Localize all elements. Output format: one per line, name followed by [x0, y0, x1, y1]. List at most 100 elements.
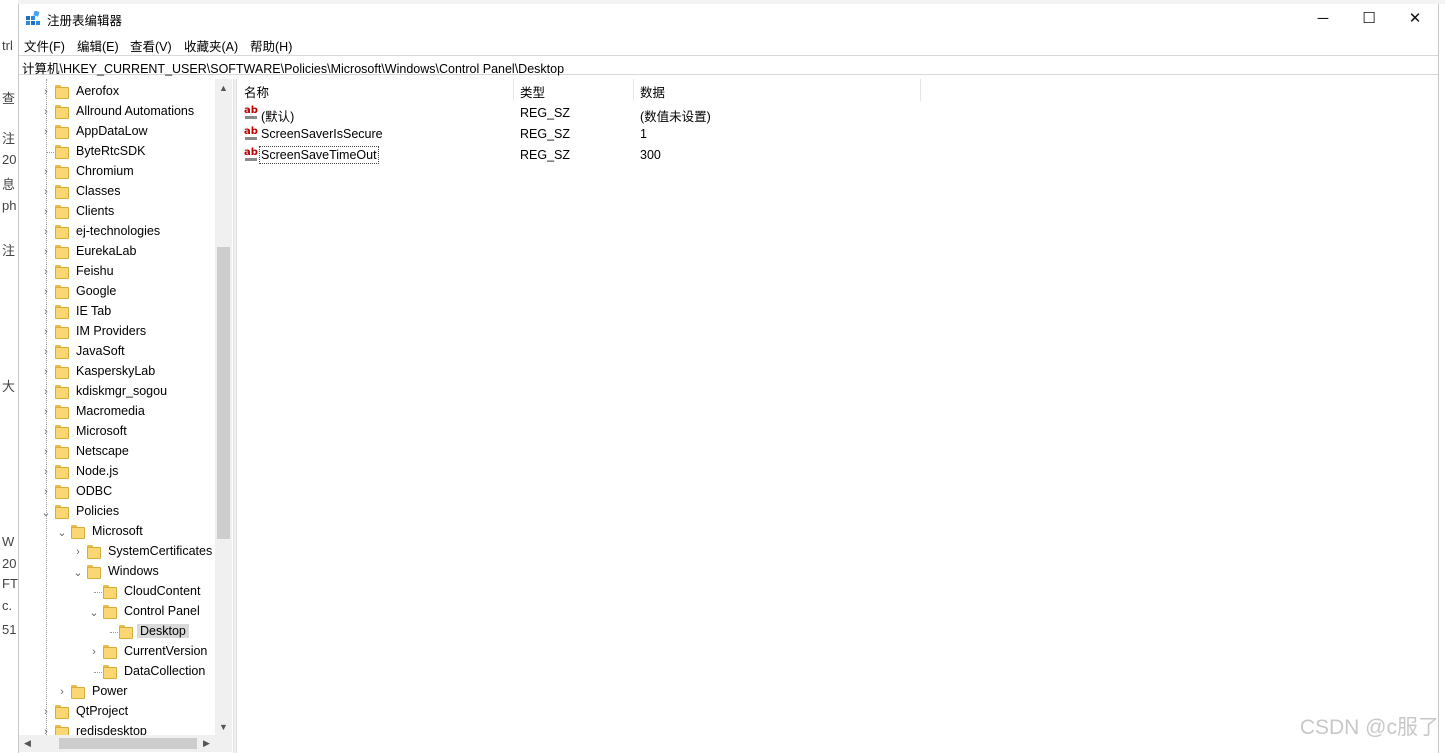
tree-node[interactable]: › Feishu	[19, 262, 215, 282]
tree-node-label[interactable]: SystemCertificates	[108, 544, 212, 558]
tree-node[interactable]: › ej-technologies	[19, 222, 215, 242]
scroll-left-icon[interactable]: ◀	[19, 735, 36, 752]
tree-node[interactable]: › IE Tab	[19, 302, 215, 322]
scroll-down-icon[interactable]: ▼	[215, 718, 232, 735]
tree-node-label[interactable]: Feishu	[76, 264, 114, 278]
scroll-thumb-horizontal[interactable]	[59, 738, 197, 749]
menu-favorites[interactable]: 收藏夹(A)	[184, 36, 238, 55]
tree-node[interactable]: › Macromedia	[19, 402, 215, 422]
value-row[interactable]: ab (默认) REG_SZ (数值未设置)	[238, 103, 1138, 124]
tree-node[interactable]: › KasperskyLab	[19, 362, 215, 382]
tree-node-label[interactable]: DataCollection	[124, 664, 205, 678]
tree-node[interactable]: ⌄ Microsoft	[19, 522, 215, 542]
menu-view[interactable]: 查看(V)	[130, 36, 172, 55]
tree-node[interactable]: ⌄ Control Panel	[19, 602, 215, 622]
scroll-right-icon[interactable]: ▶	[198, 735, 215, 752]
scroll-thumb[interactable]	[217, 247, 230, 539]
tree-node[interactable]: › Microsoft	[19, 422, 215, 442]
tree-node[interactable]: DataCollection	[19, 662, 215, 682]
tree-node[interactable]: › Node.js	[19, 462, 215, 482]
column-header-data[interactable]: 数据	[634, 79, 921, 101]
collapse-chevron-icon[interactable]: ⌄	[73, 562, 83, 582]
tree-node[interactable]: › IM Providers	[19, 322, 215, 342]
tree-node-label[interactable]: Macromedia	[76, 404, 145, 418]
tree-node-label[interactable]: JavaSoft	[76, 344, 125, 358]
tree-node[interactable]: › JavaSoft	[19, 342, 215, 362]
menu-edit[interactable]: 编辑(E)	[77, 36, 119, 55]
address-bar[interactable]: 计算机\HKEY_CURRENT_USER\SOFTWARE\Policies\…	[19, 55, 1438, 77]
tree-node-label[interactable]: IE Tab	[76, 304, 111, 318]
tree-node-label[interactable]: ej-technologies	[76, 224, 160, 238]
tree-node-label[interactable]: ODBC	[76, 484, 112, 498]
tree-node[interactable]: › AppDataLow	[19, 122, 215, 142]
menu-help[interactable]: 帮助(H)	[250, 36, 292, 55]
tree-node-label[interactable]: EurekaLab	[76, 244, 136, 258]
tree-node-label[interactable]: Chromium	[76, 164, 134, 178]
tree-node-label[interactable]: Microsoft	[76, 424, 127, 438]
tree-node-label[interactable]: Windows	[108, 564, 159, 578]
tree-node-label[interactable]: Netscape	[76, 444, 129, 458]
title-bar[interactable]: 注册表编辑器 ─ ☐ ✕	[19, 4, 1438, 32]
tree-node[interactable]: › Power	[19, 682, 215, 702]
tree-node-label[interactable]: Clients	[76, 204, 114, 218]
minimize-button[interactable]: ─	[1300, 4, 1346, 32]
tree-node[interactable]: › Classes	[19, 182, 215, 202]
tree-node-label[interactable]: Microsoft	[92, 524, 143, 538]
tree-node-label[interactable]: Policies	[76, 504, 119, 518]
tree-node-label[interactable]: QtProject	[76, 704, 128, 718]
tree-node-label[interactable]: IM Providers	[76, 324, 146, 338]
collapse-chevron-icon[interactable]: ⌄	[89, 602, 99, 622]
column-header-type[interactable]: 类型	[514, 79, 634, 101]
tree-node[interactable]: ByteRtcSDK	[19, 142, 215, 162]
tree-node[interactable]: › kdiskmgr_sogou	[19, 382, 215, 402]
tree-node-label[interactable]: redisdesktop	[76, 724, 147, 735]
tree-node[interactable]: › ODBC	[19, 482, 215, 502]
tree-node[interactable]: › SystemCertificates	[19, 542, 215, 562]
tree-node-label[interactable]: Node.js	[76, 464, 118, 478]
tree-node-label[interactable]: Desktop	[137, 624, 189, 638]
tree-node-label[interactable]: AppDataLow	[76, 124, 148, 138]
pane-splitter[interactable]	[233, 79, 237, 753]
tree-node[interactable]: › Chromium	[19, 162, 215, 182]
expand-chevron-icon[interactable]: ›	[73, 542, 83, 562]
tree-node-label[interactable]: ByteRtcSDK	[76, 144, 145, 158]
scroll-up-icon[interactable]: ▲	[215, 79, 232, 96]
tree-node[interactable]: ⌄ Policies	[19, 502, 215, 522]
tree-node[interactable]: › Google	[19, 282, 215, 302]
tree-node-label[interactable]: CloudContent	[124, 584, 200, 598]
column-header-name[interactable]: 名称	[238, 79, 514, 101]
tree-node-label[interactable]: Control Panel	[124, 604, 200, 618]
collapse-chevron-icon[interactable]: ⌄	[57, 522, 67, 542]
expand-chevron-icon[interactable]: ›	[57, 682, 67, 702]
tree-node[interactable]: › redisdesktop	[19, 722, 215, 735]
menu-file[interactable]: 文件(F)	[24, 36, 65, 55]
tree-node-label[interactable]: Google	[76, 284, 116, 298]
tree-node-label[interactable]: Allround Automations	[76, 104, 194, 118]
tree-node-label[interactable]: Power	[92, 684, 127, 698]
tree-node-label[interactable]: CurrentVersion	[124, 644, 207, 658]
expand-chevron-icon[interactable]: ›	[89, 642, 99, 662]
value-name[interactable]: (默认)	[261, 106, 294, 125]
tree-node[interactable]: › EurekaLab	[19, 242, 215, 262]
tree-vertical-scrollbar[interactable]: ▲ ▼	[215, 79, 232, 735]
value-row[interactable]: ab ScreenSaveTimeOut REG_SZ 300	[238, 145, 1138, 166]
tree-node[interactable]: › QtProject	[19, 702, 215, 722]
tree-node-label[interactable]: Classes	[76, 184, 120, 198]
tree-node[interactable]: › CurrentVersion	[19, 642, 215, 662]
tree-node-label[interactable]: kdiskmgr_sogou	[76, 384, 167, 398]
tree-node-label[interactable]: KasperskyLab	[76, 364, 155, 378]
tree-node[interactable]: ⌄ Windows	[19, 562, 215, 582]
close-button[interactable]: ✕	[1392, 4, 1438, 32]
value-name[interactable]: ScreenSaveTimeOut	[259, 146, 379, 164]
tree-node[interactable]: › Netscape	[19, 442, 215, 462]
address-path[interactable]: 计算机\HKEY_CURRENT_USER\SOFTWARE\Policies\…	[22, 58, 564, 77]
value-row[interactable]: ab ScreenSaverIsSecure REG_SZ 1	[238, 124, 1138, 145]
value-name[interactable]: ScreenSaverIsSecure	[261, 127, 383, 141]
tree-node[interactable]: › Clients	[19, 202, 215, 222]
tree-node[interactable]: › Allround Automations	[19, 102, 215, 122]
tree-horizontal-scrollbar[interactable]: ◀ ▶	[19, 735, 215, 752]
maximize-button[interactable]: ☐	[1346, 4, 1392, 32]
tree-node[interactable]: › Aerofox	[19, 82, 215, 102]
tree-node[interactable]: CloudContent	[19, 582, 215, 602]
tree-node[interactable]: Desktop	[19, 622, 215, 642]
